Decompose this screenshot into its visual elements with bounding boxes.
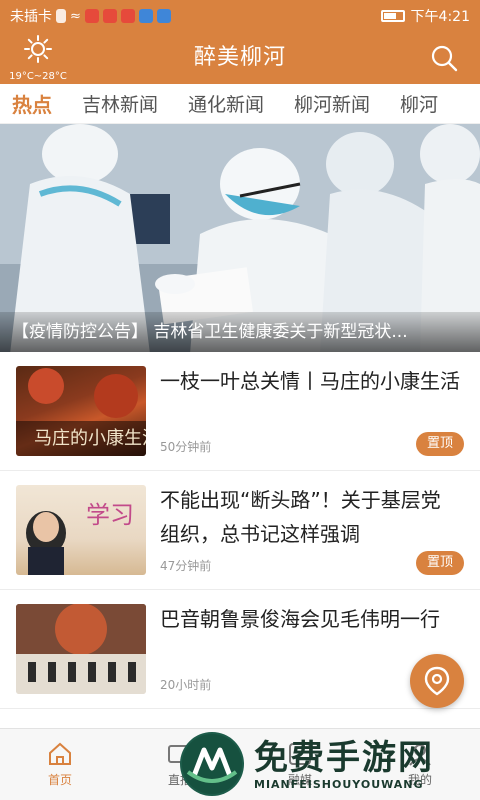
tab-hot[interactable]: 热点 <box>0 89 67 118</box>
clock: 下午4:21 <box>410 9 470 25</box>
news-title: 一枝一叶总关情丨马庄的小康生活 <box>160 369 460 393</box>
sim-alert-icon <box>56 9 66 23</box>
location-pin-icon <box>424 666 450 696</box>
search-icon <box>431 45 458 72</box>
app-notification-icon <box>138 9 153 23</box>
carrier-text: 未插卡 <box>10 9 52 25</box>
tab-liuhe[interactable]: 柳河 <box>385 90 453 117</box>
watermark-sub: MIANFEISHOUYOUWANG <box>254 777 424 791</box>
news-time: 50分钟前 <box>160 440 212 454</box>
watermark-logo <box>180 732 244 796</box>
news-title: 不能出现“断头路”！关于基层党组织，总书记这样强调 <box>160 488 441 546</box>
news-item[interactable]: 巴音朝鲁景俊海会见毛伟明一行 20小时前 <box>0 590 480 709</box>
news-list: 马庄的小康生活 一枝一叶总关情丨马庄的小康生活 50分钟前 置顶 学习 不能出现… <box>0 352 480 709</box>
app-header: 19°C~28°C 醉美柳河 <box>0 32 480 84</box>
news-time: 20小时前 <box>160 678 212 692</box>
app-notification-icon <box>102 9 117 23</box>
category-tabs: 热点 吉林新闻 通化新闻 柳河新闻 柳河 <box>0 84 480 124</box>
wifi-icon: ≈ <box>70 8 81 24</box>
app-notification-icon <box>120 9 135 23</box>
tab-jilin-news[interactable]: 吉林新闻 <box>67 90 173 117</box>
home-icon <box>49 742 71 765</box>
news-item[interactable]: 学习 不能出现“断头路”！关于基层党组织，总书记这样强调 47分钟前 置顶 <box>0 471 480 590</box>
tab-liuhe-news[interactable]: 柳河新闻 <box>279 90 385 117</box>
news-thumbnail: 学习 <box>16 485 146 575</box>
svg-text:马庄的小康生活: 马庄的小康生活 <box>34 428 146 449</box>
status-bar: 未插卡 ≈ 下午4:21 <box>0 0 480 32</box>
app-notification-icon <box>156 9 171 23</box>
news-time: 47分钟前 <box>160 559 212 573</box>
news-title: 巴音朝鲁景俊海会见毛伟明一行 <box>160 607 440 631</box>
pinned-badge: 置顶 <box>416 551 464 575</box>
location-button[interactable] <box>410 654 464 708</box>
status-right: 下午4:21 <box>380 6 470 26</box>
nav-home[interactable]: 首页 <box>0 729 120 800</box>
watermark-main: 免费手游网 <box>254 737 434 778</box>
search-button[interactable] <box>430 44 458 72</box>
pinned-badge: 置顶 <box>416 432 464 456</box>
app-title: 醉美柳河 <box>193 45 286 70</box>
watermark: 免费手游网 MIANFEISHOUYOUWANG <box>180 728 480 800</box>
banner-carousel[interactable]: 【疫情防控公告】 吉林省卫生健康委关于新型冠状... <box>0 124 480 352</box>
news-thumbnail: 马庄的小康生活 <box>16 366 146 456</box>
banner-caption: 【疫情防控公告】 吉林省卫生健康委关于新型冠状... <box>0 312 480 352</box>
tab-tonghua-news[interactable]: 通化新闻 <box>173 90 279 117</box>
news-thumbnail <box>16 604 146 694</box>
app-notification-icon <box>84 9 99 23</box>
battery-icon <box>380 10 405 22</box>
news-item[interactable]: 马庄的小康生活 一枝一叶总关情丨马庄的小康生活 50分钟前 置顶 <box>0 352 480 471</box>
status-left: 未插卡 ≈ <box>10 6 171 26</box>
watermark-text: 免费手游网 MIANFEISHOUYOUWANG <box>254 738 434 791</box>
svg-text:学习: 学习 <box>86 501 134 529</box>
nav-home-label: 首页 <box>47 773 72 787</box>
